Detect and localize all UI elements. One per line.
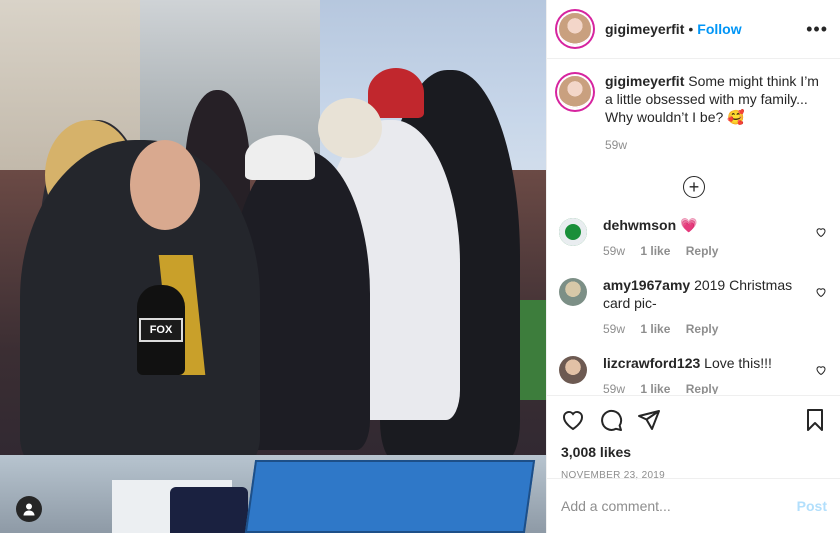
heart-outline-icon[interactable]	[815, 226, 827, 238]
comment-likes[interactable]: 1 like	[640, 382, 670, 394]
plus-circle-icon[interactable]: +	[683, 176, 705, 198]
comment-bubble-icon[interactable]	[599, 408, 623, 432]
comments-list[interactable]: gigimeyerfit Some might think I’m a litt…	[547, 60, 840, 394]
add-comment-bar: Add a comment... Post	[547, 478, 840, 533]
post-header: gigimeyerfit • Follow •••	[547, 0, 840, 59]
tagged-people-button[interactable]	[16, 496, 42, 522]
reply-button[interactable]: Reply	[686, 322, 719, 336]
caption: gigimeyerfit Some might think I’m a litt…	[559, 72, 829, 126]
comment-item: lizcrawford123 Love this!!! 59w 1 like R…	[559, 354, 829, 394]
comment-text: lizcrawford123 Love this!!!	[603, 354, 813, 372]
comment-username[interactable]: amy1967amy	[603, 277, 690, 293]
action-icons	[561, 404, 827, 436]
comment-item: dehwmson 💗 59w 1 like Reply	[559, 216, 829, 258]
post-sidebar: gigimeyerfit • Follow ••• gigimeyerfit S…	[546, 0, 840, 533]
photo-laptop	[244, 460, 536, 533]
heart-outline-icon[interactable]	[815, 286, 827, 298]
bookmark-icon[interactable]	[803, 408, 827, 432]
comment-body: 💗	[680, 217, 698, 233]
instagram-post-view: FOX gigimeyerfit • Follow ••• gigimeyerf…	[0, 0, 840, 533]
comment-avatar[interactable]	[559, 356, 587, 384]
heart-outline-icon[interactable]	[815, 364, 827, 376]
like-heart-icon[interactable]	[561, 408, 585, 432]
post-photo[interactable]: FOX	[0, 0, 546, 533]
comment-username[interactable]: lizcrawford123	[603, 355, 700, 371]
comment-input[interactable]: Add a comment...	[561, 498, 671, 514]
caption-age: 59w	[605, 138, 628, 152]
photo-mug	[170, 487, 248, 533]
photo-hat	[245, 135, 315, 180]
comment-likes[interactable]: 1 like	[640, 244, 670, 258]
person-icon	[23, 503, 35, 516]
more-options-icon[interactable]: •••	[806, 20, 828, 38]
comment-text: dehwmson 💗	[603, 216, 813, 234]
like-count[interactable]: 3,008 likes	[561, 444, 827, 460]
separator-dot: •	[688, 21, 694, 37]
post-actions: 3,008 likes NOVEMBER 23, 2019	[547, 395, 840, 481]
comment-age: 59w	[603, 244, 626, 258]
reply-button[interactable]: Reply	[686, 382, 719, 394]
post-comment-button[interactable]: Post	[797, 498, 827, 514]
comment-age: 59w	[603, 322, 626, 336]
comment-body: Love this!!!	[704, 355, 772, 371]
comment-meta: 59w 1 like Reply	[603, 382, 813, 394]
follow-button[interactable]: Follow	[697, 21, 741, 37]
comment-item: amy1967amy 2019 Christmas card pic- 59w …	[559, 276, 829, 336]
comment-avatar[interactable]	[559, 218, 587, 246]
comment-likes[interactable]: 1 like	[640, 322, 670, 336]
load-more-comments[interactable]: +	[559, 176, 829, 198]
photo-mic-flag: FOX	[139, 318, 183, 342]
author-username[interactable]: gigimeyerfit	[605, 21, 684, 37]
reply-button[interactable]: Reply	[686, 244, 719, 258]
comment-avatar[interactable]	[559, 278, 587, 306]
comment-age: 59w	[603, 382, 626, 394]
comment-meta: 59w 1 like Reply	[603, 244, 813, 258]
comment-username[interactable]: dehwmson	[603, 217, 676, 233]
comment-meta: 59w 1 like Reply	[603, 322, 813, 336]
caption-username[interactable]: gigimeyerfit	[605, 73, 684, 89]
caption-text: gigimeyerfit Some might think I’m a litt…	[605, 72, 829, 126]
photo-face	[130, 140, 200, 230]
photo-hat	[318, 98, 382, 158]
author-avatar[interactable]	[559, 13, 591, 45]
caption-avatar[interactable]	[559, 76, 591, 108]
share-plane-icon[interactable]	[637, 408, 661, 432]
comment-text: amy1967amy 2019 Christmas card pic-	[603, 276, 813, 312]
